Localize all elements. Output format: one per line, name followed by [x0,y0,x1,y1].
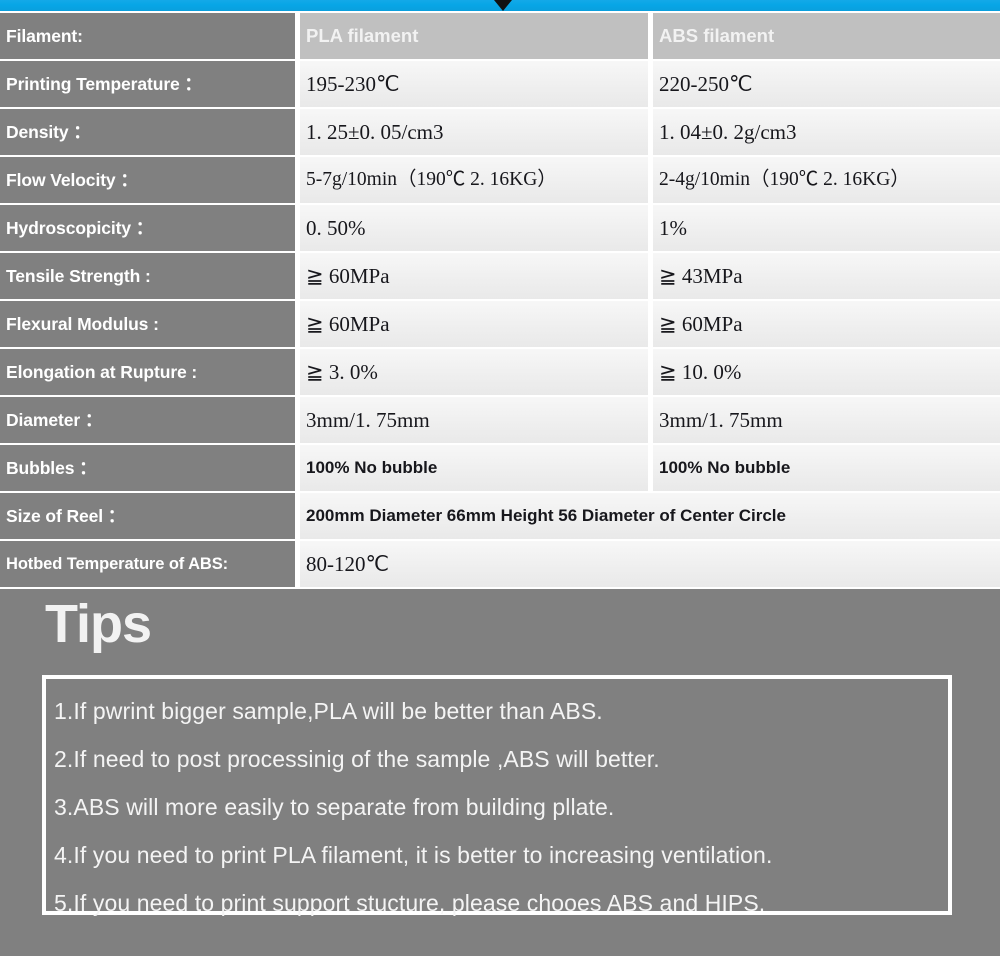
row-value-pla: 0. 50% [300,205,648,251]
tips-box: 1.If pwrint bigger sample,PLA will be be… [42,675,952,916]
row-value-pla: 100% No bubble [300,445,648,491]
row-value-abs: ≧ 10. 0% [653,349,1000,395]
row-value-pla: 3mm/1. 75mm [300,397,648,443]
table-row: Density ： 1. 25±0. 05/cm3 1. 04±0. 2g/cm… [0,109,1000,155]
tip-line: 1.If pwrint bigger sample,PLA will be be… [54,698,603,724]
row-value-abs: ≧ 60MPa [653,301,1000,347]
tip-line: 3.ABS will more easily to separate from … [54,794,615,820]
row-label: Hydroscopicity ： [0,205,295,251]
specification-table: Filament: PLA filament ABS filament Prin… [0,11,1000,587]
row-label: Bubbles ： [0,445,295,491]
table-header-row: Filament: PLA filament ABS filament [0,13,1000,59]
tip-line: 4.If you need to print PLA filament, it … [54,842,773,868]
tips-section: Tips 1.If pwrint bigger sample,PLA will … [0,589,1000,956]
row-value-pla: 5-7g/10min（190℃ 2. 16KG） [300,157,648,203]
row-label: Flexural Modulus : [0,301,295,347]
row-label: Diameter ： [0,397,295,443]
row-value-pla: ≧ 60MPa [300,301,648,347]
table-row: Hydroscopicity ： 0. 50% 1% [0,205,1000,251]
row-value-abs: 1% [653,205,1000,251]
row-label: Flow Velocity ： [0,157,295,203]
page-root: Filament: PLA filament ABS filament Prin… [0,0,1000,956]
row-value-abs: 220-250℃ [653,61,1000,107]
table-row: Elongation at Rupture : ≧ 3. 0% ≧ 10. 0% [0,349,1000,395]
tips-title: Tips [45,594,152,654]
table-row-span: Hotbed Temperature of ABS: 80-120℃ [0,541,1000,587]
row-label: Hotbed Temperature of ABS: [0,541,295,587]
header-pla-cell: PLA filament [300,13,648,59]
tip-line: 5.If you need to print support stucture,… [54,890,766,916]
row-value-abs: 1. 04±0. 2g/cm3 [653,109,1000,155]
table-row-span: Size of Reel ： 200mm Diameter 66mm Heigh… [0,493,1000,539]
row-value-pla: ≧ 60MPa [300,253,648,299]
row-value-span: 80-120℃ [300,541,1000,587]
table-row: Tensile Strength : ≧ 60MPa ≧ 43MPa [0,253,1000,299]
table-row: Flexural Modulus : ≧ 60MPa ≧ 60MPa [0,301,1000,347]
header-abs-cell: ABS filament [653,13,1000,59]
row-value-abs: 3mm/1. 75mm [653,397,1000,443]
triangle-down-icon [494,0,512,11]
header-label-cell: Filament: [0,13,295,59]
row-value-abs: 100% No bubble [653,445,1000,491]
row-label: Tensile Strength : [0,253,295,299]
table-row: Flow Velocity ： 5-7g/10min（190℃ 2. 16KG）… [0,157,1000,203]
row-value-abs: ≧ 43MPa [653,253,1000,299]
row-value-span: 200mm Diameter 66mm Height 56 Diameter o… [300,493,1000,539]
table-row: Bubbles ： 100% No bubble 100% No bubble [0,445,1000,491]
row-label: Elongation at Rupture : [0,349,295,395]
top-accent-bar [0,0,1000,11]
row-value-pla: 1. 25±0. 05/cm3 [300,109,648,155]
row-label: Density ： [0,109,295,155]
row-label: Printing Temperature ： [0,61,295,107]
table-row: Diameter ： 3mm/1. 75mm 3mm/1. 75mm [0,397,1000,443]
row-value-pla: ≧ 3. 0% [300,349,648,395]
row-label: Size of Reel ： [0,493,295,539]
row-value-pla: 195-230℃ [300,61,648,107]
table-row: Printing Temperature ： 195-230℃ 220-250℃ [0,61,1000,107]
row-value-abs: 2-4g/10min（190℃ 2. 16KG） [653,157,1000,203]
tip-line: 2.If need to post processinig of the sam… [54,746,660,772]
